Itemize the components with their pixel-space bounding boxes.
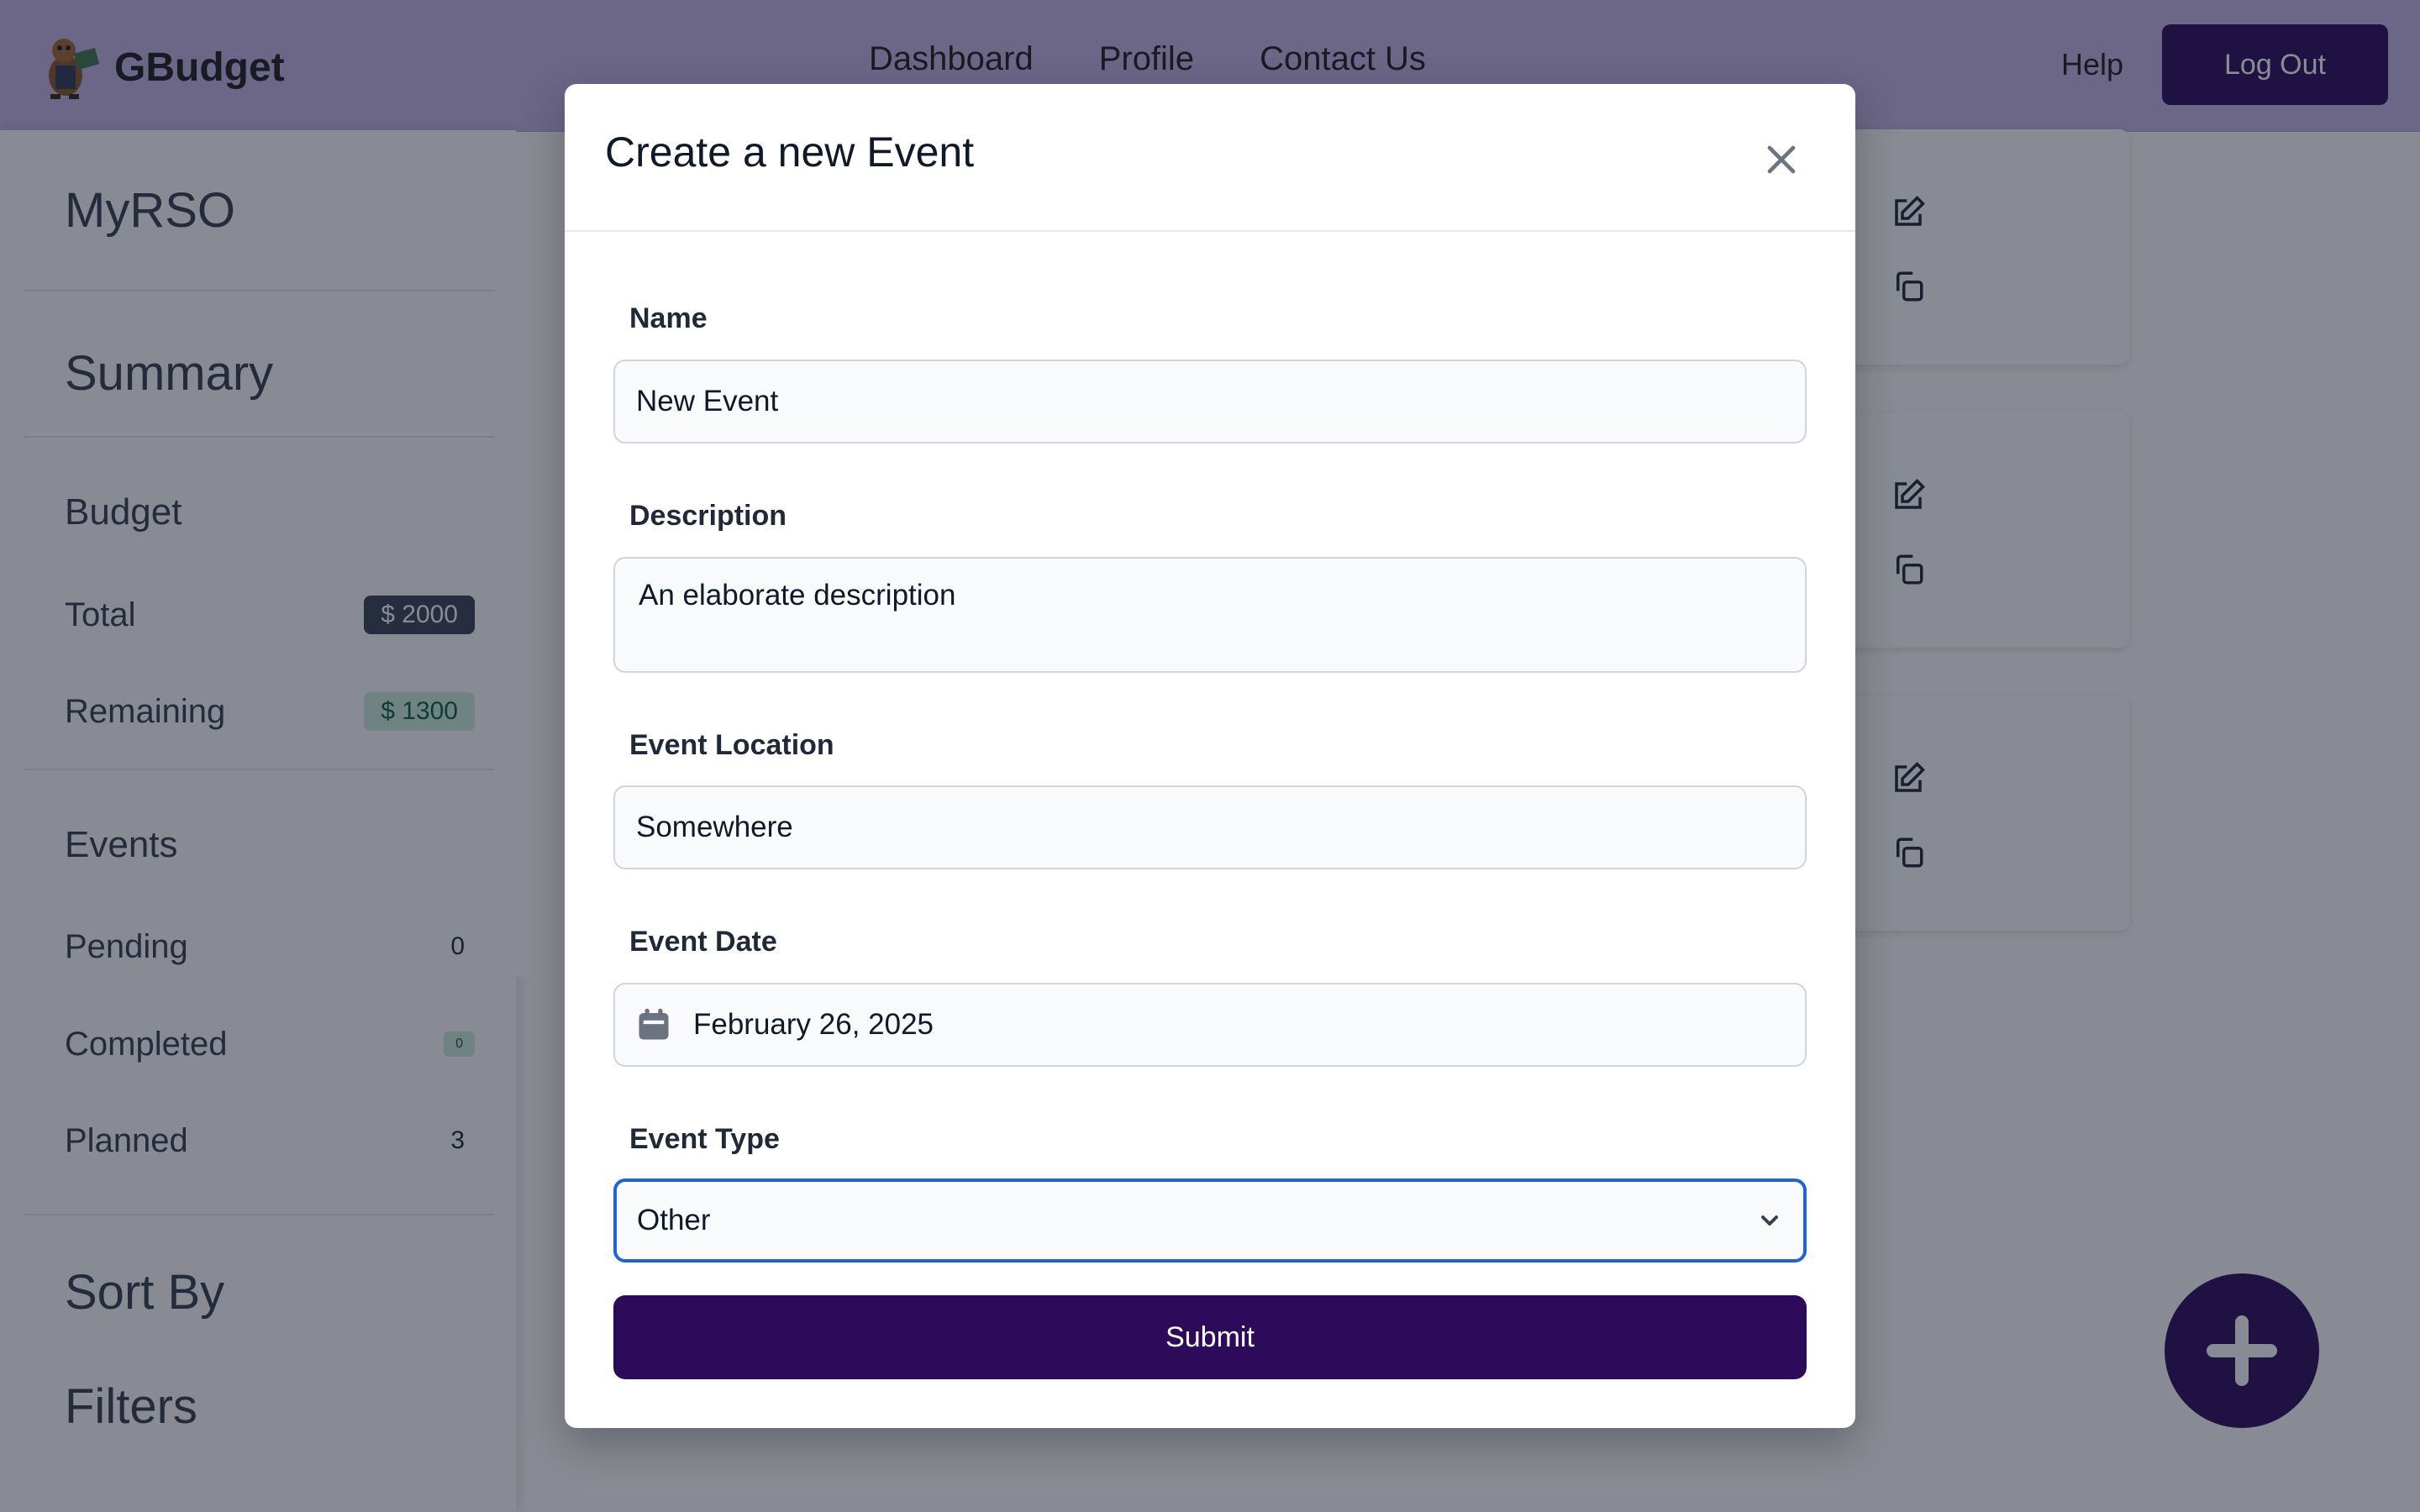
modal-header: Create a new Event [565, 84, 1855, 232]
close-icon[interactable] [1758, 136, 1805, 183]
calendar-icon [639, 1008, 669, 1040]
create-event-modal: Create a new Event Name Description An e… [565, 84, 1855, 1428]
date-input[interactable]: February 26, 2025 [613, 983, 1807, 1067]
event-type-value: Other [637, 1204, 711, 1236]
description-label: Description [629, 500, 787, 532]
chevron-down-icon [1761, 1215, 1778, 1226]
name-label: Name [629, 302, 708, 334]
submit-button[interactable]: Submit [613, 1295, 1807, 1379]
name-input[interactable] [613, 360, 1807, 444]
date-label: Event Date [629, 926, 777, 958]
location-label: Event Location [629, 729, 834, 761]
date-value: February 26, 2025 [693, 1008, 934, 1041]
location-input[interactable] [613, 785, 1807, 869]
description-textarea[interactable]: An elaborate description [613, 557, 1807, 673]
modal-title: Create a new Event [605, 129, 975, 176]
event-type-select[interactable]: Other [613, 1179, 1807, 1263]
type-label: Event Type [629, 1123, 780, 1155]
